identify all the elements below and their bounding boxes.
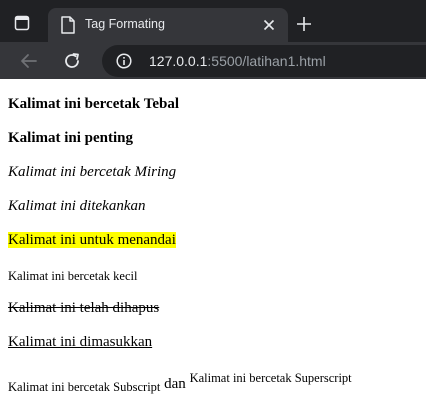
marked-text: Kalimat ini untuk menandai xyxy=(8,232,176,248)
new-tab-icon[interactable] xyxy=(295,15,313,33)
site-info-icon[interactable] xyxy=(116,53,132,69)
url-host: 127.0.0.1 xyxy=(149,53,208,69)
emphasized-text: Kalimat ini ditekankan xyxy=(8,198,146,214)
browser-toolbar: 127.0.0.1:5500/latihan1.html xyxy=(0,42,426,79)
reload-icon[interactable] xyxy=(61,50,83,72)
url-text[interactable]: 127.0.0.1:5500/latihan1.html xyxy=(149,53,326,69)
inserted-text: Kalimat ini dimasukkan xyxy=(8,334,153,350)
address-bar[interactable]: 127.0.0.1:5500/latihan1.html xyxy=(102,45,426,77)
close-tab-icon[interactable] xyxy=(261,17,277,33)
mark-line: Kalimat ini untuk menandai xyxy=(8,231,176,249)
tab-search-icon[interactable] xyxy=(12,13,32,33)
page-content: Kalimat ini bercetak Tebal Kalimat ini p… xyxy=(0,79,426,417)
browser-tabstrip: Tag Formating xyxy=(0,0,426,42)
tab-title: Tag Formating xyxy=(85,17,165,31)
url-path: :5500/latihan1.html xyxy=(207,53,326,69)
deleted-text: Kalimat ini telah dihapus xyxy=(8,300,160,316)
superscript-text: Kalimat ini bercetak Superscript xyxy=(189,371,352,385)
strong-text: Kalimat ini penting xyxy=(8,130,134,146)
back-arrow-icon[interactable] xyxy=(18,50,40,72)
browser-tab[interactable]: Tag Formating xyxy=(48,8,288,42)
page-icon xyxy=(60,16,76,34)
subscript-text: Kalimat ini bercetak Subscript xyxy=(8,380,161,394)
italic-text: Kalimat ini bercetak Miring xyxy=(8,164,177,180)
small-text: Kalimat ini bercetak kecil xyxy=(8,269,138,283)
bold-text: Kalimat ini bercetak Tebal xyxy=(8,96,179,112)
connector-text: dan xyxy=(164,376,186,392)
sub-sup-line: Kalimat ini bercetak Subscript dan Kalim… xyxy=(8,369,352,396)
